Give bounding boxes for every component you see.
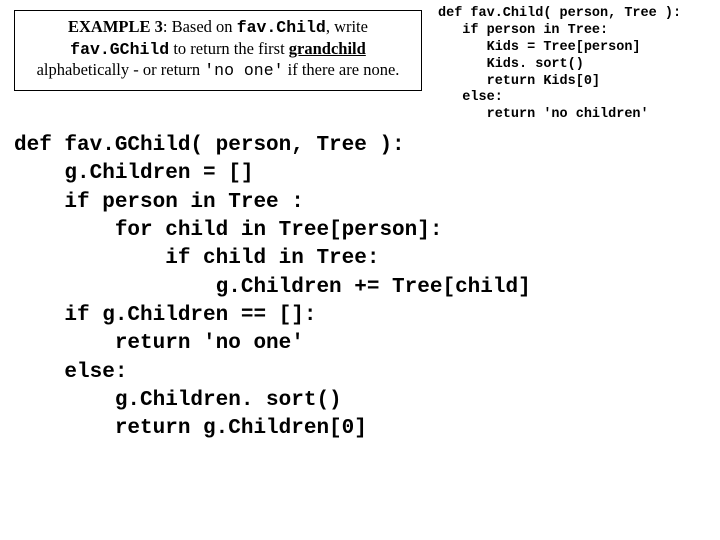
main-line-5: if child in Tree:	[14, 247, 379, 270]
ref-line-5: return Kids[0]	[438, 74, 600, 89]
main-line-11: return g.Children[0]	[14, 417, 367, 440]
main-line-4: for child in Tree[person]:	[14, 219, 442, 242]
ref-line-1: def fav.Child( person, Tree ):	[438, 6, 681, 21]
main-code-block: def fav.GChild( person, Tree ): g.Childr…	[14, 132, 531, 444]
example-fn2: fav.GChild	[70, 40, 169, 59]
main-line-1: def fav.GChild( person, Tree ):	[14, 134, 405, 157]
example-box: EXAMPLE 3: Based on fav.Child, write fav…	[14, 10, 422, 91]
main-line-3: if person in Tree :	[14, 191, 304, 214]
example-text-5: if there are none.	[284, 60, 400, 79]
example-text-1: : Based on	[163, 17, 237, 36]
ref-line-6: else:	[438, 90, 503, 105]
example-grandchild: grandchild	[289, 39, 366, 58]
main-line-9: else:	[14, 361, 127, 384]
main-line-6: g.Children += Tree[child]	[14, 276, 531, 299]
example-fn1: fav.Child	[237, 18, 326, 37]
main-line-2: g.Children = []	[14, 162, 253, 185]
example-text-4: alphabetically - or return	[37, 60, 205, 79]
main-line-10: g.Children. sort()	[14, 389, 342, 412]
example-text-2: , write	[326, 17, 368, 36]
example-text-3: to return the first	[169, 39, 289, 58]
example-label: EXAMPLE 3	[68, 17, 163, 36]
ref-line-7: return 'no children'	[438, 107, 649, 122]
reference-code-block: def fav.Child( person, Tree ): if person…	[438, 6, 681, 124]
main-line-7: if g.Children == []:	[14, 304, 316, 327]
ref-line-2: if person in Tree:	[438, 23, 608, 38]
example-literal: 'no one'	[204, 61, 283, 80]
ref-line-3: Kids = Tree[person]	[438, 40, 641, 55]
main-line-8: return 'no one'	[14, 332, 304, 355]
ref-line-4: Kids. sort()	[438, 57, 584, 72]
